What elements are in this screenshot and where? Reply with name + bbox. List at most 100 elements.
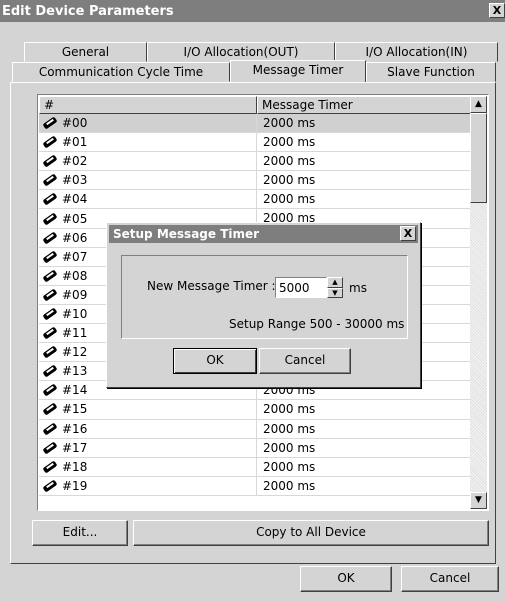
message-timer-cell: 2000 ms <box>263 192 316 207</box>
device-icon <box>41 116 59 130</box>
tab-communication-cycle-time[interactable]: Communication Cycle Time <box>12 62 230 82</box>
device-icon <box>41 422 59 436</box>
scroll-up-icon[interactable]: ▲ <box>470 96 487 113</box>
table-header: # Message Timer <box>39 96 471 114</box>
table-row[interactable]: #16 2000 ms <box>39 419 471 439</box>
message-timer-cell: 2000 ms <box>263 440 316 455</box>
device-number: #09 <box>62 287 88 302</box>
device-number: #16 <box>62 421 88 436</box>
tab-message-timer[interactable]: Message Timer <box>230 60 366 82</box>
dialog-cancel-button[interactable]: Cancel <box>259 348 351 374</box>
message-timer-input[interactable] <box>275 277 327 298</box>
message-timer-cell: 2000 ms <box>263 135 316 150</box>
new-message-timer-label: New Message Timer : <box>147 279 276 293</box>
device-number-cell: #01 <box>39 133 257 152</box>
copy-to-all-device-button[interactable]: Copy to All Device <box>133 520 489 546</box>
window-titlebar: Edit Device Parameters X <box>0 0 505 22</box>
device-number: #14 <box>62 383 88 398</box>
message-timer-cell: 2000 ms <box>263 459 316 474</box>
device-number: #18 <box>62 459 88 474</box>
device-number: #19 <box>62 478 88 493</box>
device-icon <box>41 135 59 149</box>
device-icon <box>41 269 59 283</box>
device-icon <box>41 460 59 474</box>
device-number: #04 <box>62 192 88 207</box>
scroll-down-icon[interactable]: ▼ <box>470 492 487 509</box>
message-timer-cell: 2000 ms <box>263 421 316 436</box>
edit-button[interactable]: Edit... <box>32 520 128 546</box>
scroll-thumb[interactable] <box>470 113 487 203</box>
unit-label: ms <box>349 281 367 295</box>
device-number: #12 <box>62 345 88 360</box>
table-row[interactable]: #18 2000 ms <box>39 457 471 477</box>
table-row[interactable]: #01 2000 ms <box>39 133 471 153</box>
device-icon <box>41 231 59 245</box>
tab-general[interactable]: General <box>24 42 147 62</box>
device-number: #11 <box>62 326 88 341</box>
device-number-cell: #17 <box>39 438 257 457</box>
device-number-cell: #15 <box>39 400 257 419</box>
device-icon <box>41 364 59 378</box>
device-icon <box>41 192 59 206</box>
setup-message-timer-dialog: Setup Message Timer X New Message Timer … <box>106 222 421 388</box>
message-timer-spinner[interactable]: ▲ ▼ <box>327 277 343 298</box>
device-icon <box>41 345 59 359</box>
device-number: #06 <box>62 230 88 245</box>
device-number: #10 <box>62 306 88 321</box>
setup-range-label: Setup Range 500 - 30000 ms <box>229 317 405 331</box>
device-number-cell: #03 <box>39 171 257 190</box>
window-close-icon[interactable]: X <box>489 3 505 18</box>
column-header-number[interactable]: # <box>39 96 257 114</box>
device-icon <box>41 479 59 493</box>
device-number-cell: #18 <box>39 457 257 476</box>
device-number: #00 <box>62 116 88 131</box>
device-number-cell: #00 <box>39 114 257 133</box>
message-timer-cell: 2000 ms <box>263 478 316 493</box>
ok-button[interactable]: OK <box>300 566 392 592</box>
device-number: #07 <box>62 249 88 264</box>
table-row[interactable]: #15 2000 ms <box>39 400 471 420</box>
table-row[interactable]: #03 2000 ms <box>39 171 471 191</box>
device-icon <box>41 173 59 187</box>
device-icon <box>41 441 59 455</box>
device-number: #01 <box>62 135 88 150</box>
tab-io-allocation-out[interactable]: I/O Allocation(OUT) <box>147 42 335 62</box>
device-icon <box>41 250 59 264</box>
device-icon <box>41 383 59 397</box>
table-row[interactable]: #17 2000 ms <box>39 438 471 458</box>
device-number: #17 <box>62 440 88 455</box>
table-row[interactable]: #02 2000 ms <box>39 152 471 172</box>
spin-down-icon[interactable]: ▼ <box>327 287 343 298</box>
device-number-cell: #19 <box>39 476 257 495</box>
device-icon <box>41 288 59 302</box>
column-header-message-timer[interactable]: Message Timer <box>257 96 471 114</box>
table-row[interactable]: #04 2000 ms <box>39 190 471 210</box>
cancel-button[interactable]: Cancel <box>401 566 499 592</box>
device-number-cell: #04 <box>39 190 257 209</box>
device-icon <box>41 154 59 168</box>
table-row[interactable]: #00 2000 ms <box>39 114 471 134</box>
table-row[interactable]: #19 2000 ms <box>39 476 471 496</box>
device-number: #02 <box>62 154 88 169</box>
message-timer-cell: 2000 ms <box>263 116 316 130</box>
device-number-cell: #16 <box>39 419 257 438</box>
device-number: #05 <box>62 211 88 226</box>
device-icon <box>41 402 59 416</box>
message-timer-cell: 2000 ms <box>263 154 316 169</box>
spin-up-icon[interactable]: ▲ <box>327 277 343 288</box>
message-timer-cell: 2000 ms <box>263 402 316 417</box>
window-title: Edit Device Parameters <box>2 4 174 19</box>
device-icon <box>41 212 59 226</box>
dialog-title: Setup Message Timer <box>113 227 260 241</box>
device-number: #08 <box>62 268 88 283</box>
device-icon <box>41 326 59 340</box>
dialog-ok-button[interactable]: OK <box>173 348 257 374</box>
device-icon <box>41 307 59 321</box>
device-number: #13 <box>62 364 88 379</box>
tab-io-allocation-in[interactable]: I/O Allocation(IN) <box>335 42 498 62</box>
dialog-titlebar: Setup Message Timer X <box>109 225 418 243</box>
dialog-close-icon[interactable]: X <box>400 226 416 241</box>
device-number-cell: #02 <box>39 152 257 171</box>
tab-slave-function[interactable]: Slave Function <box>366 62 496 82</box>
vertical-scrollbar[interactable]: ▲ ▼ <box>470 96 487 509</box>
